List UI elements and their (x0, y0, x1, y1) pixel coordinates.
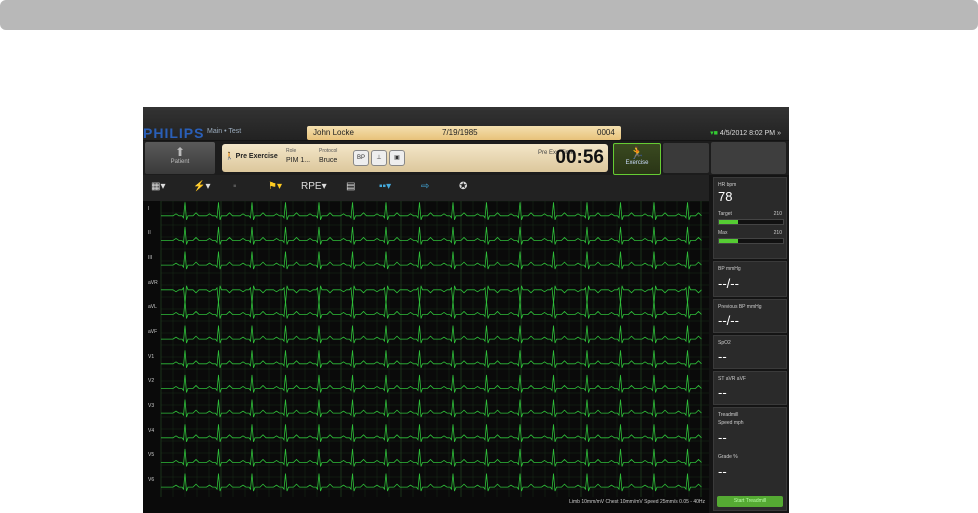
protocol-caption: Protocol (319, 148, 338, 154)
target-bar (718, 219, 784, 225)
bp-button[interactable]: BP (353, 150, 369, 166)
previous-bp-tile[interactable]: Previous BP mmHg --/-- (713, 299, 787, 333)
vitals-panel: HR bpm 78 Target 210 Max 210 BP mmHg --/… (711, 175, 789, 513)
wifi-icon: ▾■ (710, 130, 718, 137)
ecg-trace-v6 (161, 473, 702, 492)
report-icon[interactable]: ▤ (346, 181, 355, 192)
status-area: ▾■ 4/5/2012 8:02 PM » (710, 129, 781, 137)
brand-logo: PHILIPS (143, 125, 205, 141)
lead-label-iii: III (148, 255, 153, 262)
bp-value: --/-- (718, 276, 739, 291)
role-select[interactable]: PIM 1... (286, 157, 310, 164)
export-icon[interactable]: ⇨ (421, 181, 429, 192)
patient-button-label: Patient (170, 159, 190, 165)
ecg-waveform-area: I II III aVR aVL aVF V1 V2 V3 V4 V5 V6 (143, 201, 709, 497)
runner-icon: 🏃 (629, 146, 645, 160)
patient-name: John Locke (313, 128, 354, 137)
layout-icon[interactable]: ▦▾ (151, 181, 165, 192)
lead-label-ii: II (148, 230, 151, 237)
ecg-trace-ii (161, 226, 702, 245)
max-value: 210 (773, 230, 782, 236)
recovery-button[interactable] (663, 143, 709, 173)
start-treadmill-button[interactable]: Start Treadmill (717, 496, 783, 507)
waveform-toolbar: ▦▾ ⚡▾ ▪ ⚑▾ RPE▾ ▤ ▪▪▾ ⇨ ✪ (143, 175, 709, 201)
patient-id: 0004 (597, 128, 615, 137)
bp-tile[interactable]: BP mmHg --/-- (713, 261, 787, 297)
ecg-trace-v4 (161, 424, 702, 442)
leads-icon[interactable]: ⚡▾ (193, 181, 210, 192)
bp-label: BP mmHg (718, 266, 741, 272)
title-bar: PHILIPS Main • Test John Locke 7/19/1985… (143, 107, 789, 141)
right-action-button[interactable] (711, 142, 786, 174)
st-value: -- (718, 385, 727, 400)
pre-exercise-label: 🚶 Pre Exercise (225, 153, 278, 160)
speed-value: -- (718, 430, 727, 445)
stress-test-screen: PHILIPS Main • Test John Locke 7/19/1985… (143, 107, 789, 513)
lead-label-i: I (148, 205, 150, 212)
max-bar (718, 238, 784, 244)
spo2-label: SpO2 (718, 340, 731, 346)
ecg-trace-v1 (161, 350, 702, 368)
patient-banner[interactable]: John Locke 7/19/1985 0004 (307, 126, 621, 140)
max-label: Max (718, 230, 728, 236)
ecg-footer: Limb 10mm/mV Chest 10mm/mV Speed 25mm/s … (143, 497, 709, 513)
browser-top-bar (0, 0, 978, 30)
target-label: Target (718, 211, 732, 217)
hr-tile[interactable]: HR bpm 78 Target 210 Max 210 (713, 177, 787, 259)
previous-bp-label: Previous BP mmHg (718, 304, 762, 310)
lead-label-v4: V4 (148, 427, 155, 434)
print-icon[interactable]: ⊥ (371, 150, 387, 166)
spo2-tile[interactable]: SpO2 -- (713, 335, 787, 369)
protocol-panel: 🚶 Pre Exercise Role PIM 1... Protocol Br… (222, 144, 608, 172)
grade-value: -- (718, 464, 727, 479)
lead-label-v6: V6 (148, 477, 155, 484)
grade-label: Grade % (718, 454, 738, 460)
ecg-trace-v2 (161, 374, 702, 393)
exercise-label: Exercise (625, 160, 649, 166)
role-caption: Role (286, 148, 297, 154)
ecg-settings-text: Limb 10mm/mV Chest 10mm/mV Speed 25mm/s … (569, 499, 705, 505)
st-tile[interactable]: ST aVR aVF -- (713, 371, 787, 405)
ecg-trace-v5 (161, 448, 702, 467)
ecg-trace-iii (161, 251, 702, 270)
settings-icon[interactable]: ✪ (459, 181, 467, 192)
st-label: ST aVR aVF (718, 376, 746, 382)
review-icon[interactable]: ▣ (389, 150, 405, 166)
person-icon: ⬆ (174, 145, 186, 159)
speed-label: Speed mph (718, 420, 744, 426)
lead-label-avr: aVR (148, 279, 158, 286)
disabled-icon: ▪ (233, 181, 237, 192)
ecg-trace-avl (161, 300, 702, 319)
ecg-trace-v3 (161, 399, 702, 418)
lead-label-v3: V3 (148, 403, 155, 410)
ecg-trace-i (161, 202, 702, 220)
control-row: ⬆ Patient 🚶 Pre Exercise Role PIM 1... P… (143, 141, 789, 175)
spo2-value: -- (718, 349, 727, 364)
lead-label-avl: aVL (148, 304, 157, 311)
ecg-traces (160, 201, 709, 497)
ecg-trace-avf (161, 325, 702, 344)
rpe-button[interactable]: RPE▾ (301, 181, 327, 192)
exercise-button[interactable]: 🏃 Exercise (613, 143, 661, 175)
patient-dob: 7/19/1985 (442, 128, 478, 137)
lead-label-v5: V5 (148, 452, 155, 459)
expand-icon[interactable]: » (777, 130, 781, 137)
protocol-select[interactable]: Bruce (319, 157, 337, 164)
patient-button[interactable]: ⬆ Patient (145, 142, 215, 174)
ecg-trace-avr (161, 285, 702, 304)
hr-value: 78 (718, 189, 733, 204)
lead-label-v2: V2 (148, 378, 155, 385)
event-flag-icon[interactable]: ⚑▾ (268, 181, 282, 192)
previous-bp-value: --/-- (718, 313, 739, 328)
stage-timer: 00:56 (555, 147, 604, 168)
lead-label-avf: aVF (148, 329, 158, 336)
datetime: 4/5/2012 8:02 PM (719, 130, 776, 137)
display-icon[interactable]: ▪▪▾ (379, 181, 391, 192)
target-value: 210 (773, 211, 782, 217)
lead-label-v1: V1 (148, 353, 155, 360)
brand-sub: Main • Test (207, 128, 242, 135)
treadmill-label: Treadmill (718, 412, 739, 418)
hr-label: HR bpm (718, 182, 737, 188)
